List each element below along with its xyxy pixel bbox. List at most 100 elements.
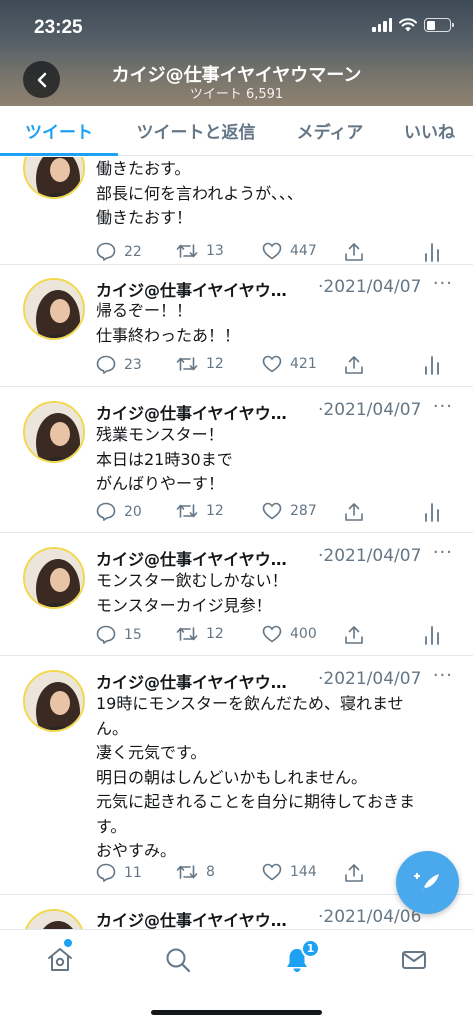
more-options-button[interactable]: ··· [433, 273, 453, 294]
like-button[interactable]: 144 [262, 863, 317, 881]
share-button[interactable] [344, 502, 364, 522]
avatar-photo [25, 672, 83, 730]
author-name[interactable]: カイジ@仕事イヤイヤウ… [96, 546, 287, 570]
analytics-icon [425, 356, 439, 375]
reply-icon [96, 625, 116, 644]
tab-tweets[interactable]: ツイート [0, 106, 118, 156]
like-button[interactable]: 400 [262, 625, 317, 643]
tweet-text: 19時にモンスターを飲んだため、寝れませ ん。 凄く元気です。 明日の朝はしんどいかも… [96, 694, 416, 860]
more-options-button[interactable]: ··· [433, 396, 453, 417]
heart-icon [262, 502, 282, 520]
tab-tweets-and-replies[interactable]: ツイートと返信 [118, 106, 274, 154]
avatar[interactable] [23, 670, 85, 732]
tweet-text: 働きたおす。 部長に何を言われようが、、、 働きたおす！ [96, 159, 303, 227]
like-count: 144 [290, 864, 317, 880]
tweet-header: カイジ@仕事イヤイヤウ… ·2021/04/06 [96, 907, 453, 929]
status-icons [372, 18, 454, 32]
reply-button[interactable]: 23 [96, 355, 142, 374]
tweet[interactable]: カイジ@仕事イヤイヤウ… ·2021/04/07 ··· 残業モンスター！ 本日は… [0, 387, 473, 533]
author-name[interactable]: カイジ@仕事イヤイヤウ… [96, 669, 287, 693]
avatar-photo [25, 280, 83, 338]
analytics-button[interactable] [424, 242, 440, 262]
nav-messages[interactable] [399, 945, 429, 975]
avatar-photo [25, 403, 83, 461]
tweet-text: 帰るぞー！！ 仕事終わったあ！！ [96, 301, 241, 345]
like-button[interactable]: 447 [262, 242, 317, 260]
analytics-icon [425, 243, 439, 262]
reply-icon [96, 502, 116, 521]
retweet-count: 12 [206, 356, 224, 372]
reply-button[interactable]: 20 [96, 502, 142, 521]
tab-media[interactable]: メディア [274, 106, 386, 154]
nav-search[interactable] [163, 945, 193, 975]
share-button[interactable] [344, 355, 364, 375]
reply-icon [96, 863, 116, 882]
heart-icon [262, 625, 282, 643]
reply-button[interactable]: 11 [96, 863, 142, 882]
analytics-button[interactable] [424, 625, 440, 645]
author-name[interactable]: カイジ@仕事イヤイヤウ… [96, 277, 287, 301]
share-button[interactable] [344, 863, 364, 883]
reply-button[interactable]: 22 [96, 242, 142, 261]
retweet-button[interactable]: 13 [176, 242, 224, 260]
reply-count: 15 [124, 626, 142, 643]
tab-label: ツイートと返信 [136, 122, 256, 143]
tweet-count: ツイート 6,591 [189, 87, 284, 102]
reply-button[interactable]: 15 [96, 625, 142, 644]
avatar[interactable] [23, 909, 85, 929]
cellular-signal-icon [372, 18, 392, 32]
tweet-feed[interactable]: 働きたおす。 部長に何を言われようが、、、 働きたおす！ 22 13 447 カイジ… [0, 157, 473, 929]
tab-likes[interactable]: いいね [386, 106, 473, 154]
analytics-icon [425, 503, 439, 522]
tab-label: いいね [404, 122, 455, 143]
retweet-button[interactable]: 12 [176, 625, 224, 643]
like-button[interactable]: 421 [262, 355, 317, 373]
avatar-photo [25, 911, 83, 929]
share-icon [345, 243, 363, 261]
tab-label: メディア [296, 122, 364, 143]
share-button[interactable] [344, 625, 364, 645]
share-button[interactable] [344, 242, 364, 262]
nav-home[interactable] [45, 945, 75, 975]
tweet[interactable]: カイジ@仕事イヤイヤウ… ·2021/04/07 ··· 19時にモンスターを飲… [0, 656, 473, 895]
tweet-actions: 20 12 287 [96, 502, 446, 524]
analytics-icon [425, 626, 439, 645]
retweet-button[interactable]: 12 [176, 502, 224, 520]
tweet-header: カイジ@仕事イヤイヤウ… ·2021/04/07 ··· [96, 396, 453, 424]
tweet[interactable]: 働きたおす。 部長に何を言われようが、、、 働きたおす！ 22 13 447 [0, 157, 473, 265]
avatar[interactable] [23, 157, 85, 199]
tab-label: ツイート [25, 122, 93, 143]
avatar[interactable] [23, 547, 85, 609]
avatar-photo [25, 157, 83, 197]
tweet-text: 残業モンスター！ 本日は21時30まで がんばりやーす！ [96, 425, 233, 493]
tweet-actions: 22 13 447 [96, 242, 446, 264]
analytics-button[interactable] [424, 502, 440, 522]
retweet-count: 12 [206, 503, 224, 519]
more-options-button[interactable]: ··· [433, 665, 453, 686]
avatar[interactable] [23, 401, 85, 463]
tweet-date: ·2021/04/07 [318, 669, 422, 689]
mail-icon [402, 951, 426, 969]
retweet-icon [176, 357, 198, 371]
reply-count: 20 [124, 503, 142, 520]
share-icon [345, 356, 363, 374]
like-count: 400 [290, 626, 317, 642]
like-button[interactable]: 287 [262, 502, 317, 520]
avatar[interactable] [23, 278, 85, 340]
status-time: 23:25 [34, 17, 83, 38]
author-name[interactable]: カイジ@仕事イヤイヤウ… [96, 400, 287, 424]
retweet-icon [176, 504, 198, 518]
home-unread-dot [64, 939, 72, 947]
retweet-button[interactable]: 12 [176, 355, 224, 373]
tweet-header: カイジ@仕事イヤイヤウ… ·2021/04/07 ··· [96, 542, 453, 570]
tweet[interactable]: カイジ@仕事イヤイヤウ… ·2021/04/07 ··· モンスター飲むしかない… [0, 533, 473, 656]
retweet-count: 12 [206, 626, 224, 642]
compose-tweet-button[interactable] [396, 851, 459, 914]
avatar-photo [25, 549, 83, 607]
home-indicator[interactable] [151, 1010, 322, 1015]
analytics-button[interactable] [424, 355, 440, 375]
retweet-button[interactable]: 8 [176, 863, 215, 881]
tweet[interactable]: カイジ@仕事イヤイヤウ… ·2021/04/07 ··· 帰るぞー！！ 仕事終わっ… [0, 265, 473, 387]
more-options-button[interactable]: ··· [433, 542, 453, 563]
author-name[interactable]: カイジ@仕事イヤイヤウ… [96, 907, 287, 929]
